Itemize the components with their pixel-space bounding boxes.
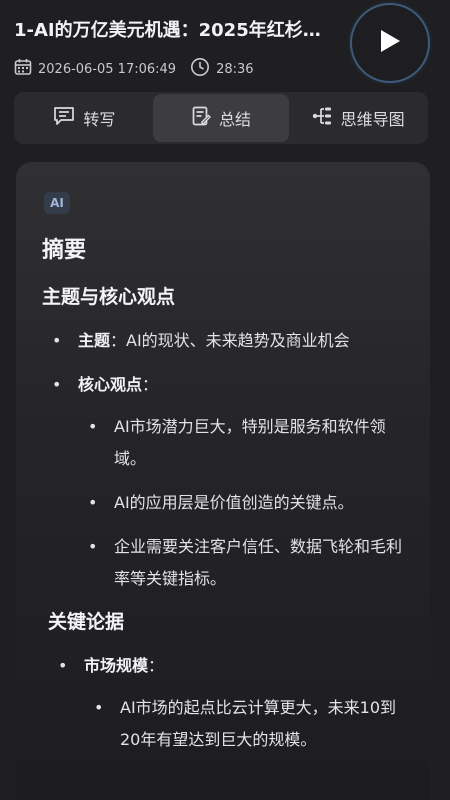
list-item: AI市场潜力巨大，特别是服务和软件领域。 [78, 411, 412, 475]
tab-label: 转写 [83, 110, 116, 129]
recording-title: 1-AI的万亿美元机遇：2025年红杉… [14, 20, 321, 41]
core-label: 核心观点 [78, 375, 143, 394]
duration-info: 28:36 [190, 57, 254, 81]
list-item: 企业需要关注客户信任、数据飞轮和毛利率等关键指标。 [78, 531, 412, 595]
topic-text: ：AI的现状、未来趋势及商业机会 [110, 331, 350, 350]
themes-list: 主题：AI的现状、未来趋势及商业机会 核心观点： AI市场潜力巨大，特别是服务和… [42, 325, 412, 595]
list-item: AI的应用层是价值创造的关键点。 [78, 487, 412, 519]
core-points-list: AI市场潜力巨大，特别是服务和软件领域。 AI的应用层是价值创造的关键点。 企业… [78, 411, 412, 595]
calendar-icon [14, 58, 38, 80]
list-item: AI市场的起点比云计算更大，未来10到20年有望达到巨大的规模。 [84, 692, 412, 756]
list-item: 市场规模： AI市场的起点比云计算更大，未来10到20年有望达到巨大的规模。 [48, 650, 412, 756]
market-colon: ： [148, 656, 165, 675]
ai-badge: AI [44, 192, 70, 214]
clock-icon [190, 57, 216, 81]
section-title-arguments: 关键论据 [48, 611, 125, 633]
recording-meta: 2026-06-05 17:06:49 28:36 [14, 57, 268, 81]
play-icon [379, 29, 401, 57]
date-info: 2026-06-05 17:06:49 [14, 58, 176, 80]
core-colon: ： [142, 375, 159, 394]
topic-label: 主题 [78, 331, 111, 350]
tab-label: 总结 [219, 110, 252, 129]
summary-card: AI 摘要 主题与核心观点 主题：AI的现状、未来趋势及商业机会 核心观点： A… [16, 162, 430, 800]
tab-mindmap[interactable]: 思维导图 [289, 94, 426, 142]
tab-summary[interactable]: 总结 [152, 94, 290, 142]
recording-duration: 28:36 [216, 61, 254, 77]
transcript-icon [53, 106, 83, 130]
market-label: 市场规模 [84, 656, 149, 675]
key-arguments-section: 关键论据 市场规模： AI市场的起点比云计算更大，未来10到20年有望达到巨大的… [48, 607, 412, 756]
summary-content: 摘要 主题与核心观点 主题：AI的现状、未来趋势及商业机会 核心观点： AI市场… [42, 232, 412, 768]
view-tabs: 转写 总结 思维导图 [14, 92, 428, 144]
section-title-themes: 主题与核心观点 [42, 286, 176, 308]
header: 1-AI的万亿美元机遇：2025年红杉… 2026-06-05 17:06:49 [0, 0, 450, 90]
market-points-list: AI市场的起点比云计算更大，未来10到20年有望达到巨大的规模。 [84, 692, 412, 756]
tab-transcript[interactable]: 转写 [16, 94, 153, 142]
recording-date: 2026-06-05 17:06:49 [38, 61, 177, 77]
arguments-list: 市场规模： AI市场的起点比云计算更大，未来10到20年有望达到巨大的规模。 [48, 650, 412, 756]
mindmap-icon [311, 106, 341, 130]
list-item: 核心观点： AI市场潜力巨大，特别是服务和软件领域。 AI的应用层是价值创造的关… [42, 369, 412, 595]
tab-label: 思维导图 [340, 110, 405, 129]
list-item: 主题：AI的现状、未来趋势及商业机会 [42, 325, 412, 357]
play-button[interactable] [352, 5, 428, 81]
summary-heading: 摘要 [42, 238, 87, 263]
summary-icon [191, 106, 219, 130]
